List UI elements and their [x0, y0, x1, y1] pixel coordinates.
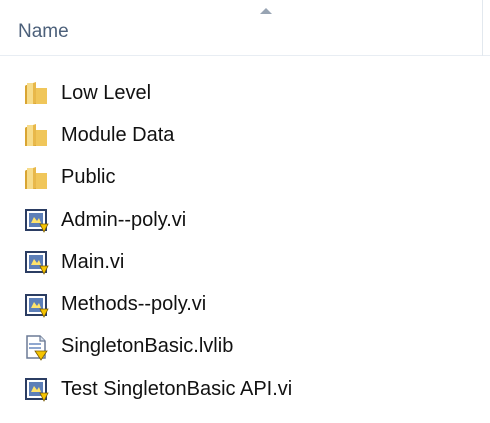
- file-name: Module Data: [61, 123, 175, 146]
- name-column-header[interactable]: Name: [18, 21, 69, 43]
- file-name: SingletonBasic.lvlib: [61, 335, 234, 358]
- file-name: Low Level: [61, 81, 152, 104]
- lvlib-file-icon: [26, 335, 48, 361]
- file-name: Methods--poly.vi: [61, 293, 207, 316]
- vi-file-icon: [25, 293, 49, 318]
- vi-file-icon: [25, 209, 49, 233]
- vi-file-icon: [25, 251, 49, 276]
- column-divider[interactable]: [482, 0, 483, 56]
- list-item-public[interactable]: Public: [0, 157, 490, 199]
- list-item-admin-poly-vi[interactable]: Admin--poly.vi: [0, 199, 490, 241]
- list-item-methods-poly-vi[interactable]: Methods--poly.vi: [0, 283, 490, 325]
- file-list: Low Level Module Data Public Admin--poly…: [0, 72, 490, 410]
- column-header: Name: [0, 0, 490, 56]
- file-name: Main.vi: [61, 250, 125, 273]
- folder-icon: [25, 166, 47, 189]
- list-item-main-vi[interactable]: Main.vi: [0, 241, 490, 283]
- list-item-test-singletonbasic-api-vi[interactable]: Test SingletonBasic API.vi: [0, 368, 490, 410]
- list-item-low-level[interactable]: Low Level: [0, 72, 490, 114]
- sort-ascending-icon[interactable]: [260, 8, 272, 14]
- list-item-module-data[interactable]: Module Data: [0, 114, 490, 156]
- file-name: Public: [61, 166, 116, 189]
- file-name: Admin--poly.vi: [61, 208, 187, 231]
- file-name: Test SingletonBasic API.vi: [61, 377, 293, 400]
- list-item-singletonbasic-lvlib[interactable]: SingletonBasic.lvlib: [0, 326, 490, 368]
- folder-icon: [25, 124, 47, 147]
- folder-icon: [25, 82, 47, 105]
- vi-file-icon: [25, 378, 49, 403]
